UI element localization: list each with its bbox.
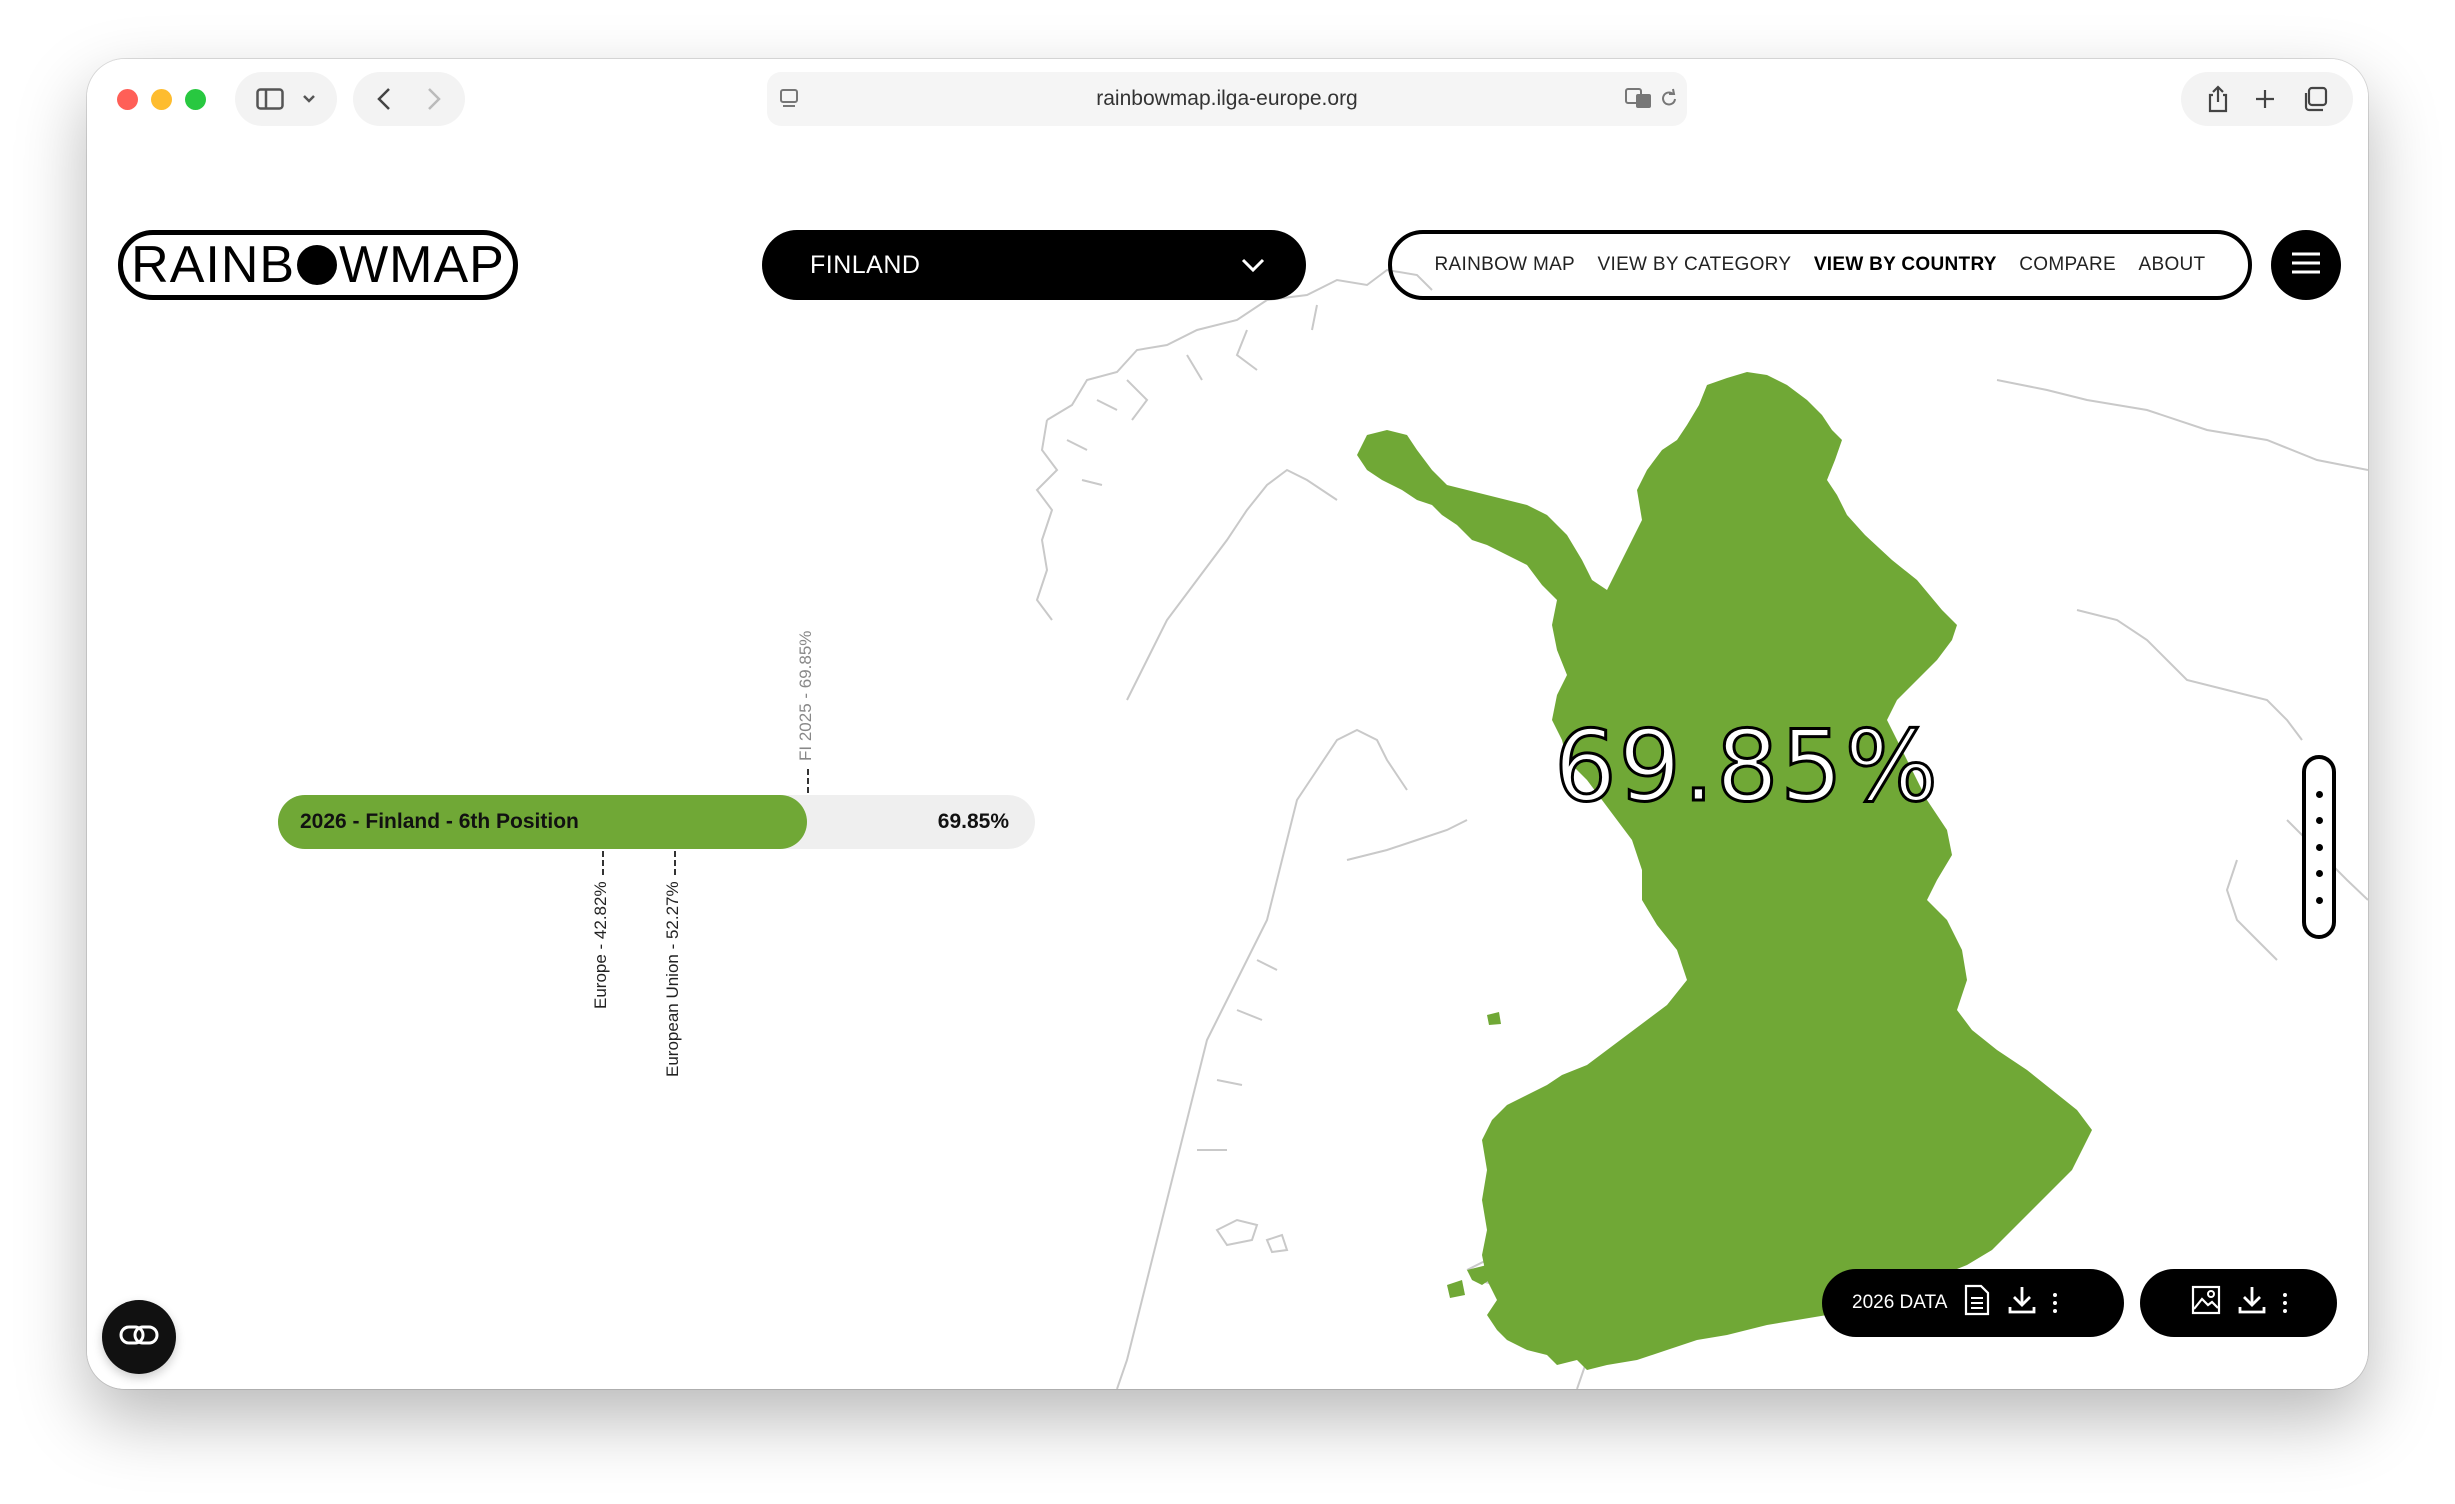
browser-window: rainbowmap.ilga-europe.org 69.85% RAINB …: [87, 59, 2368, 1389]
new-tab-icon[interactable]: [2254, 88, 2276, 110]
reload-icon[interactable]: [1659, 87, 1679, 109]
scroll-dot[interactable]: [2315, 817, 2323, 824]
scroll-dot[interactable]: [2315, 843, 2323, 851]
marker-line-europe: [602, 851, 604, 875]
chevron-down-icon: [1240, 252, 1266, 285]
page-content: 69.85% RAINB WMAP FINLAND RAINBOW MAP VIE…: [87, 140, 2368, 1389]
marker-label-european-union: European Union - 52.27%: [663, 881, 682, 1077]
more-options-icon[interactable]: [2053, 1293, 2058, 1313]
browser-toolbar: rainbowmap.ilga-europe.org: [87, 59, 2368, 140]
section-scroll-indicator[interactable]: [2302, 755, 2336, 939]
link-icon: [119, 1324, 159, 1351]
hamburger-menu-button[interactable]: [2271, 230, 2341, 300]
download-icon: [2237, 1285, 2267, 1321]
marker-line-european-union: [674, 851, 676, 875]
zoom-window-button[interactable]: [185, 89, 206, 110]
download-data-button[interactable]: 2026 DATA: [1822, 1269, 2124, 1337]
download-icon: [2007, 1285, 2037, 1321]
marker-line-fi-2025: [807, 769, 809, 793]
country-map: [1035, 268, 2368, 1389]
forward-icon[interactable]: [427, 87, 441, 111]
back-icon[interactable]: [377, 87, 391, 111]
nav-item-rainbow-map[interactable]: RAINBOW MAP: [1435, 254, 1576, 276]
sidebar-toggle-group: [235, 72, 337, 126]
download-image-button[interactable]: [2140, 1269, 2337, 1337]
translate-icon[interactable]: [1625, 87, 1653, 109]
score-bar-track: 2026 - Finland - 6th Position 69.85%: [278, 795, 1035, 849]
document-icon: [1963, 1284, 1991, 1322]
chevron-down-icon[interactable]: [302, 94, 316, 104]
logo-text-end: WMAP: [339, 236, 505, 294]
nav-item-view-by-country[interactable]: VIEW BY COUNTRY: [1814, 254, 1997, 276]
score-bar-value: 69.85%: [937, 810, 1009, 833]
hamburger-icon: [2290, 251, 2322, 280]
nav-item-view-by-category[interactable]: VIEW BY CATEGORY: [1598, 254, 1792, 276]
share-icon[interactable]: [2207, 85, 2229, 113]
marker-label-fi-2025: FI 2025 - 69.85%: [796, 630, 815, 761]
scroll-dot[interactable]: [2315, 790, 2323, 798]
logo-text-start: RAINB: [131, 236, 296, 294]
close-window-button[interactable]: [117, 89, 138, 110]
scroll-dot[interactable]: [2315, 870, 2323, 877]
url-text: rainbowmap.ilga-europe.org: [1096, 87, 1358, 110]
address-bar[interactable]: rainbowmap.ilga-europe.org: [767, 72, 1687, 126]
main-nav: RAINBOW MAP VIEW BY CATEGORY VIEW BY COU…: [1388, 230, 2252, 300]
link-button[interactable]: [102, 1300, 176, 1374]
minimize-window-button[interactable]: [151, 89, 172, 110]
score-bar-label: 2026 - Finland - 6th Position: [300, 810, 579, 833]
more-options-icon[interactable]: [2282, 1293, 2287, 1313]
logo-circle-icon: [297, 245, 338, 285]
nav-item-about[interactable]: ABOUT: [2139, 254, 2206, 276]
tab-overview-icon[interactable]: [2302, 86, 2328, 112]
nav-item-compare[interactable]: COMPARE: [2019, 254, 2116, 276]
scroll-dot[interactable]: [2315, 896, 2323, 904]
marker-label-europe: Europe - 42.82%: [591, 881, 610, 1009]
country-score-label: 69.85%: [1553, 709, 1940, 826]
country-select-value: FINLAND: [810, 250, 921, 279]
download-data-label: 2026 DATA: [1852, 1292, 1948, 1313]
image-icon: [2191, 1285, 2221, 1321]
sidebar-icon[interactable]: [256, 88, 284, 110]
history-nav-group: [353, 72, 465, 126]
rainbow-map-logo[interactable]: RAINB WMAP: [118, 230, 518, 300]
country-select[interactable]: FINLAND: [762, 230, 1306, 300]
window-actions-group: [2181, 72, 2353, 126]
